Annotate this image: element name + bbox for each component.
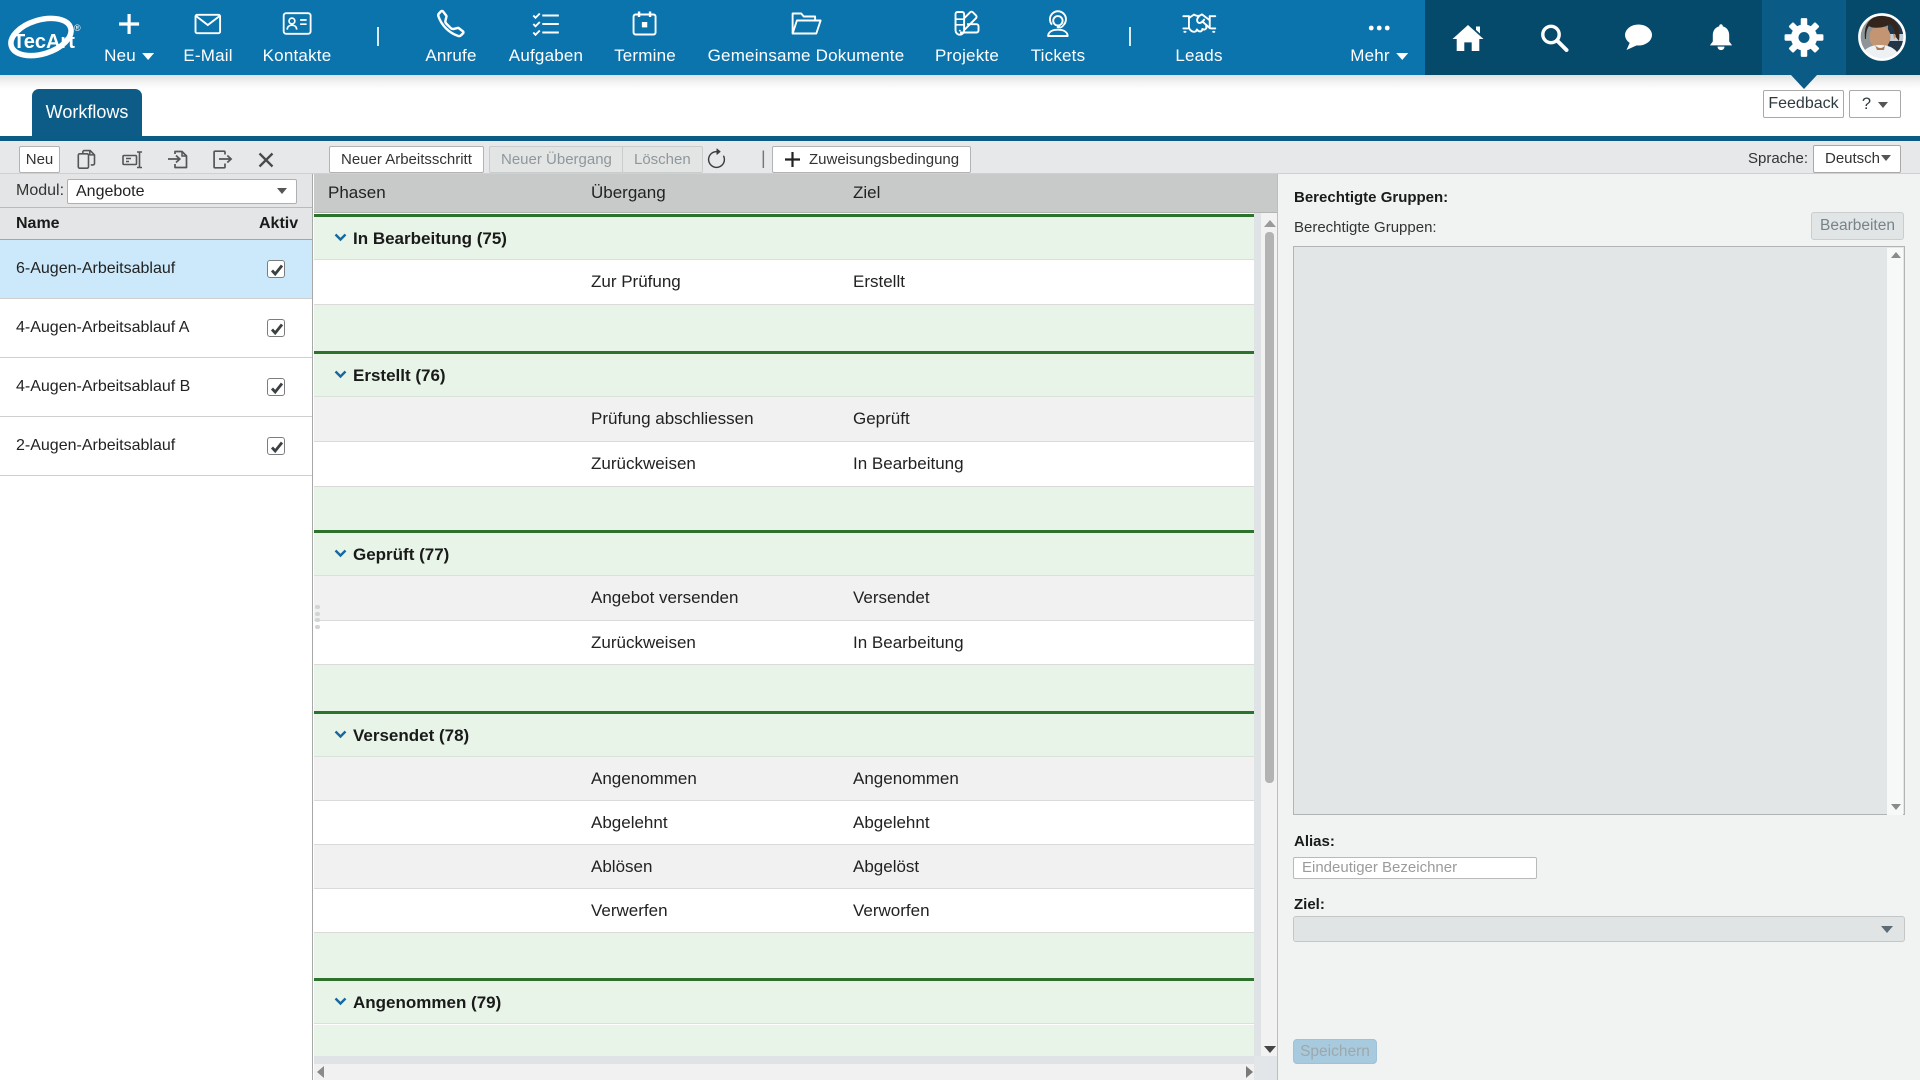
- svg-text:TecArt: TecArt: [13, 31, 75, 53]
- svg-text:®: ®: [74, 23, 81, 33]
